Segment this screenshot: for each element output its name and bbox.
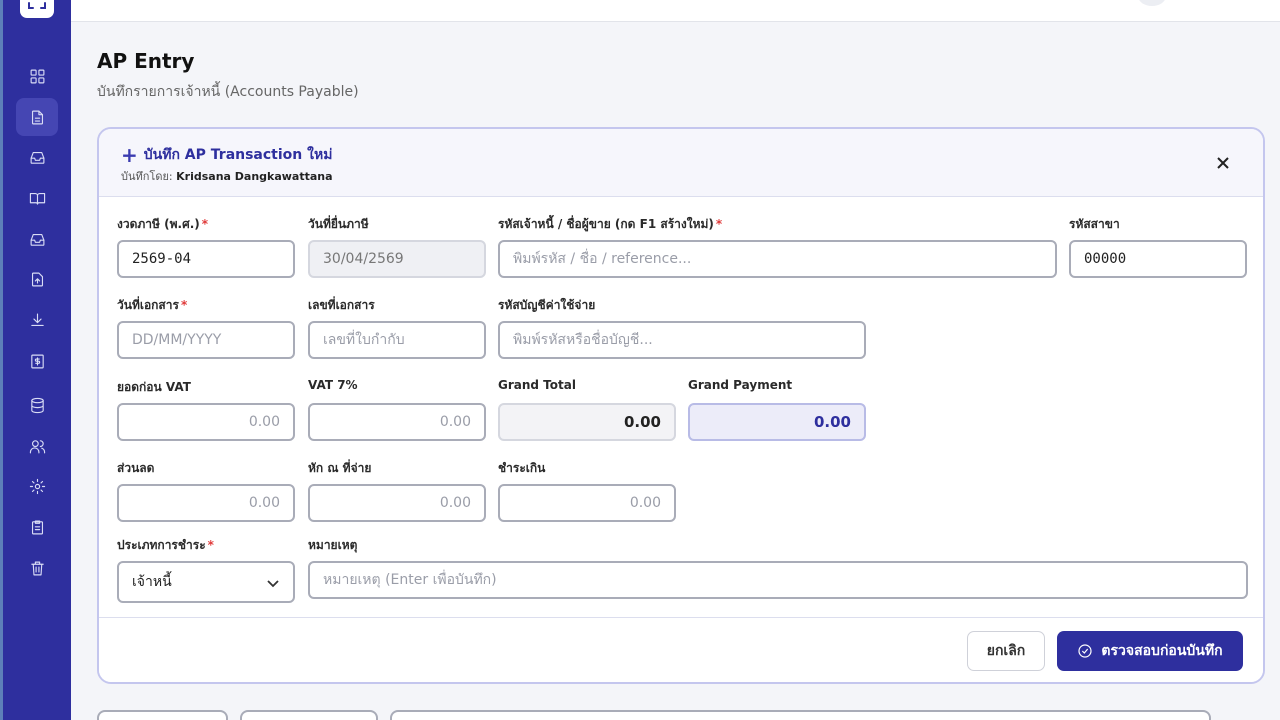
discount-label: ส่วนลด xyxy=(117,461,155,475)
period-input[interactable]: 2569-04 xyxy=(117,240,295,278)
expense-account-label: รหัสบัญชีค่าใช้จ่าย xyxy=(498,298,596,312)
close-icon xyxy=(1217,157,1229,169)
inbox-icon xyxy=(30,151,44,164)
sidebar-item-ap-entry[interactable] xyxy=(16,98,58,136)
recorded-by-name: Kridsana Dangkawattana xyxy=(176,170,333,183)
grand-payment-value: 0.00 xyxy=(688,403,866,441)
review-before-save-label: ตรวจสอบก่อนบันทึก xyxy=(1101,643,1223,659)
card-header: + บันทึก AP Transaction ใหม่ บันทึกโดย: … xyxy=(99,129,1263,197)
withholding-input[interactable]: 0.00 xyxy=(308,484,486,522)
grand-payment-label: Grand Payment xyxy=(688,378,793,392)
database-icon xyxy=(30,397,44,413)
dashboard-icon xyxy=(30,69,44,83)
sidebar-item-book[interactable] xyxy=(16,179,58,217)
document-date-input[interactable]: DD/MM/YYYY xyxy=(117,321,295,359)
card-footer: ยกเลิก ตรวจสอบก่อนบันทึก xyxy=(99,617,1263,682)
vat-label: VAT 7% xyxy=(308,378,358,392)
tax-filing-date-label: วันที่ยื่นภาษี xyxy=(308,217,369,231)
document-no-input[interactable]: เลขที่ใบกำกับ xyxy=(308,321,486,359)
sidebar-item-inbox[interactable] xyxy=(16,138,58,176)
review-before-save-button[interactable]: ตรวจสอบก่อนบันทึก xyxy=(1057,631,1243,671)
sidebar-item-trash[interactable] xyxy=(16,549,58,587)
sidebar-item-dashboard[interactable] xyxy=(16,57,58,95)
users-icon xyxy=(29,439,45,453)
grand-total-label: Grand Total xyxy=(498,378,576,392)
filter-search-box[interactable] xyxy=(390,710,1211,720)
payment-type-select[interactable]: เจ้าหนี้ xyxy=(117,561,295,603)
app-logo[interactable] xyxy=(20,0,54,18)
close-button[interactable] xyxy=(1213,153,1233,173)
withholding-label: หัก ณ ที่จ่าย xyxy=(308,461,372,475)
filter-control-2[interactable] xyxy=(240,710,378,720)
sidebar-item-settings[interactable] xyxy=(16,467,58,505)
discount-input[interactable]: 0.00 xyxy=(117,484,295,522)
sidebar-item-upload[interactable] xyxy=(16,260,58,298)
scan-icon xyxy=(28,2,46,9)
book-icon xyxy=(29,192,45,205)
payment-type-label: ประเภทการชำระ * xyxy=(117,538,214,552)
document-no-label: เลขที่เอกสาร xyxy=(308,298,375,312)
sidebar-item-download[interactable] xyxy=(16,301,58,339)
grand-total-value: 0.00 xyxy=(498,403,676,441)
page-subtitle: บันทึกรายการเจ้าหนี้ (Accounts Payable) xyxy=(97,84,359,100)
vendor-search-input[interactable]: พิมพ์รหัส / ชื่อ / reference... xyxy=(498,240,1057,278)
amount-before-vat-label: ยอดก่อน VAT xyxy=(117,380,191,394)
expense-account-input[interactable]: พิมพ์รหัสหรือชื่อบัญชี... xyxy=(498,321,866,359)
plus-icon: + xyxy=(121,143,138,167)
download-icon xyxy=(30,313,44,326)
avatar[interactable] xyxy=(1138,0,1166,6)
branch-code-input[interactable]: 00000 xyxy=(1069,240,1247,278)
clipboard-icon xyxy=(31,520,43,534)
trash-icon xyxy=(30,561,44,575)
sidebar-item-payments[interactable] xyxy=(16,342,58,380)
dollar-file-icon xyxy=(30,354,44,368)
tax-filing-date-input: 30/04/2569 xyxy=(308,240,486,278)
sidebar-item-clipboard[interactable] xyxy=(16,508,58,546)
sidebar xyxy=(3,0,71,720)
remark-label: หมายเหตุ xyxy=(308,538,358,552)
overpayment-input[interactable]: 0.00 xyxy=(498,484,676,522)
chevron-down-icon xyxy=(267,576,279,588)
remark-input[interactable]: หมายเหตุ (Enter เพื่อบันทึก) xyxy=(308,561,1248,599)
recorded-by: บันทึกโดย: Kridsana Dangkawattana xyxy=(121,167,333,185)
vat-input[interactable]: 0.00 xyxy=(308,403,486,441)
document-date-label: วันที่เอกสาร * xyxy=(117,298,188,312)
filter-control-1[interactable] xyxy=(97,710,228,720)
ap-entry-card: + บันทึก AP Transaction ใหม่ บันทึกโดย: … xyxy=(97,127,1265,684)
cancel-button[interactable]: ยกเลิก xyxy=(967,631,1045,671)
amount-before-vat-input[interactable]: 0.00 xyxy=(117,403,295,441)
inbox-icon xyxy=(30,233,44,246)
period-label: งวดภาษี (พ.ศ.) * xyxy=(117,217,209,231)
page-title: AP Entry xyxy=(97,49,195,73)
payment-type-value: เจ้าหนี้ xyxy=(132,574,172,590)
vendor-label: รหัสเจ้าหนี้ / ชื่อผู้ขาย (กด F1 สร้างให… xyxy=(498,217,723,231)
file-upload-icon xyxy=(31,272,43,286)
sidebar-item-users[interactable] xyxy=(16,427,58,465)
card-title-text: บันทึก AP Transaction ใหม่ xyxy=(143,147,333,163)
overpayment-label: ชำระเกิน xyxy=(498,461,546,475)
check-circle-icon xyxy=(1078,644,1093,658)
branch-code-label: รหัสสาขา xyxy=(1069,217,1120,231)
gear-icon xyxy=(29,478,45,494)
document-icon xyxy=(31,110,43,124)
card-title: + บันทึก AP Transaction ใหม่ xyxy=(121,144,332,166)
recorded-by-label: บันทึกโดย: xyxy=(121,170,173,183)
top-bar xyxy=(71,0,1280,22)
sidebar-item-inbox-2[interactable] xyxy=(16,220,58,258)
sidebar-item-database[interactable] xyxy=(16,386,58,424)
